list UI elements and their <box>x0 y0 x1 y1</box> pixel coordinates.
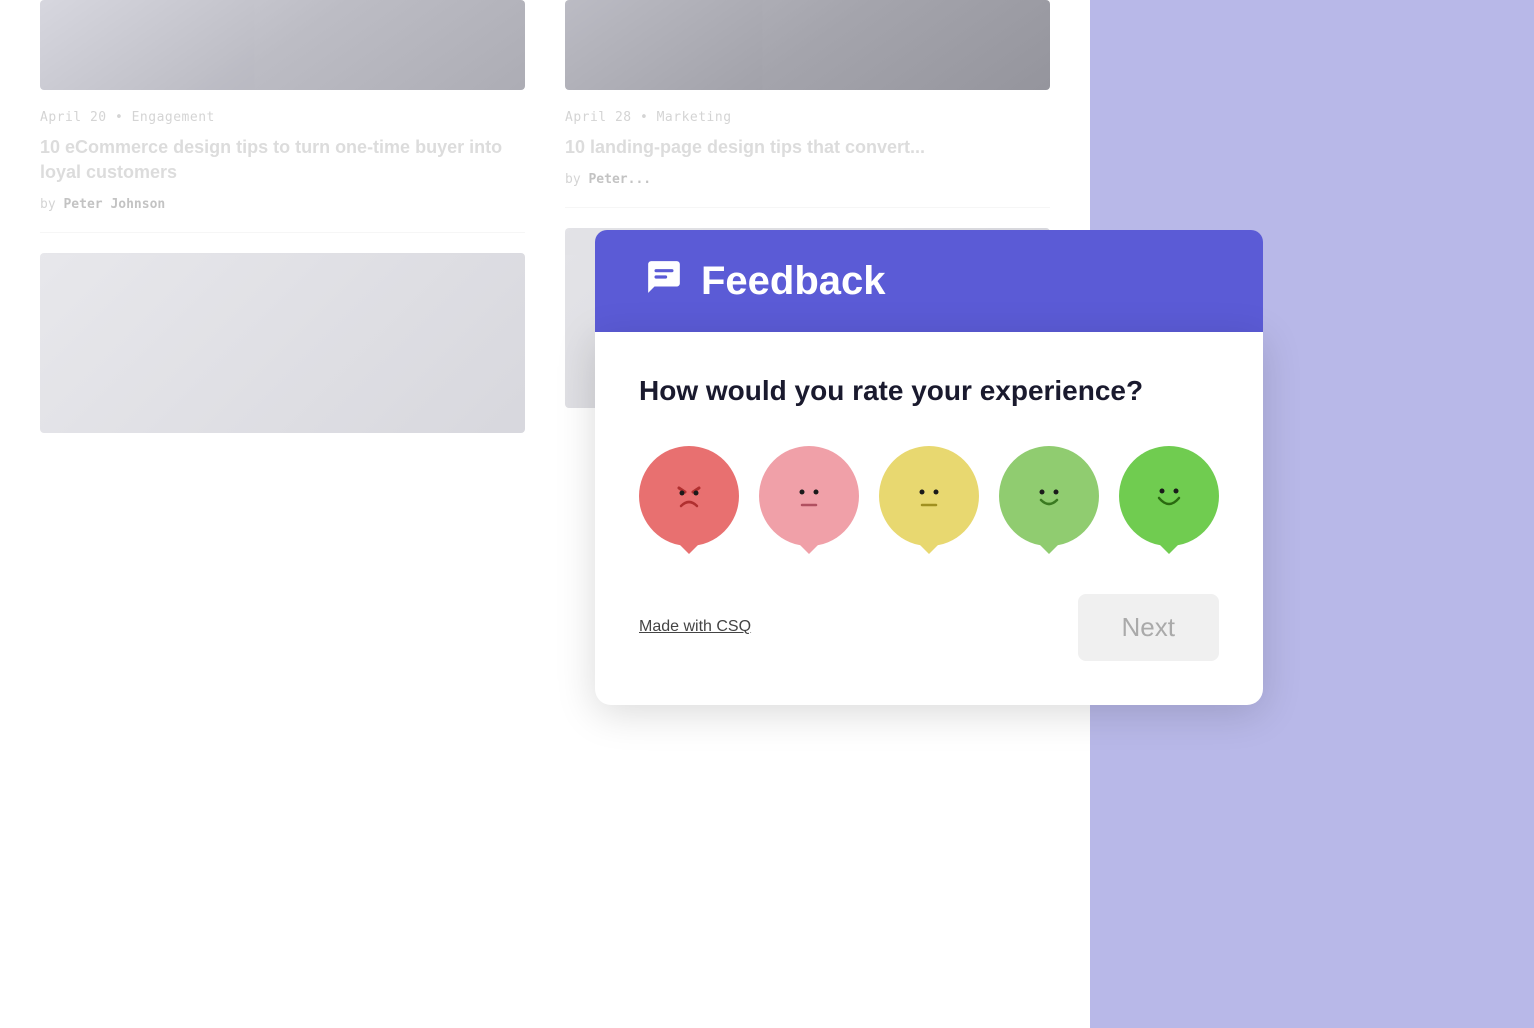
feedback-header: Feedback <box>595 230 1263 332</box>
emoji-neutral[interactable] <box>879 446 979 546</box>
card-image-left <box>40 0 525 90</box>
card-meta-left: April 20 • Engagement <box>40 110 525 125</box>
divider-left <box>40 232 525 233</box>
card-image-lower-left <box>40 253 525 433</box>
emoji-good[interactable] <box>999 446 1099 546</box>
rating-question: How would you rate your experience? <box>639 372 1219 410</box>
csq-link[interactable]: Made with CSQ <box>639 618 751 636</box>
feedback-body: How would you rate your experience? <box>595 332 1263 705</box>
next-button[interactable]: Next <box>1078 594 1219 661</box>
feedback-widget: Feedback How would you rate your experie… <box>595 230 1263 705</box>
feedback-title-text: Feedback <box>701 259 886 304</box>
feedback-header-icon <box>645 258 683 304</box>
emoji-bad[interactable] <box>759 446 859 546</box>
emoji-very-bad[interactable] <box>639 446 739 546</box>
card-title-left: 10 eCommerce design tips to turn one-tim… <box>40 135 525 185</box>
card-author-left: by Peter Johnson <box>40 197 525 212</box>
emoji-row <box>639 446 1219 546</box>
card-title-right: 10 landing-page design tips that convert… <box>565 135 1050 160</box>
card-left-top: April 20 • Engagement 10 eCommerce desig… <box>40 0 525 433</box>
emoji-very-good[interactable] <box>1119 446 1219 546</box>
divider-right <box>565 207 1050 208</box>
feedback-footer: Made with CSQ Next <box>639 594 1219 661</box>
card-meta-right: April 28 • Marketing <box>565 110 1050 125</box>
card-author-right: by Peter... <box>565 172 1050 187</box>
card-image-right <box>565 0 1050 90</box>
